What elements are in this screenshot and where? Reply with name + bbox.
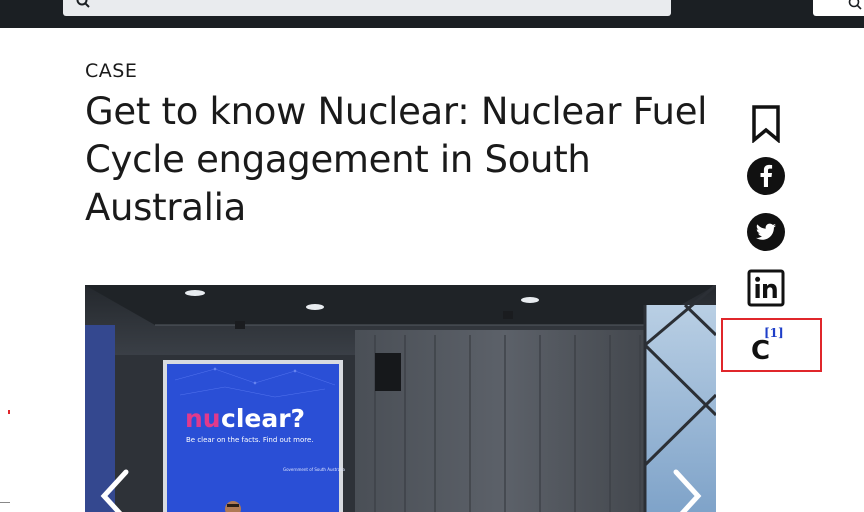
screen-tagline: Be clear on the facts. Find out more. <box>186 436 314 444</box>
search-input[interactable] <box>63 0 671 16</box>
facebook-icon <box>747 157 785 195</box>
citation-number: [1] <box>764 326 784 340</box>
twitter-share-button[interactable] <box>746 212 786 252</box>
page-title: Get to know Nuclear: Nuclear Fuel Cycle … <box>85 90 708 229</box>
chevron-left-icon[interactable] <box>96 468 136 512</box>
image-carousel: nu clear? Be clear on the facts. Find ou… <box>85 285 716 512</box>
search-icon[interactable] <box>76 0 90 8</box>
search-icon[interactable] <box>848 0 862 10</box>
facebook-share-button[interactable] <box>746 156 786 196</box>
bookmark-icon <box>752 105 780 143</box>
linkedin-share-button[interactable] <box>746 268 786 308</box>
chevron-right-icon[interactable] <box>666 468 706 512</box>
category-label: CASE <box>85 60 138 82</box>
twitter-icon <box>747 213 785 251</box>
screen-headline: clear? <box>221 404 305 433</box>
screen-gov-text: Government of South Australia <box>283 467 345 472</box>
screen-headline-accent: nu <box>185 404 221 433</box>
top-navigation-bar <box>0 0 864 28</box>
carousel-slide-image: nu clear? Be clear on the facts. Find ou… <box>85 285 716 512</box>
page-edge-marker <box>8 410 10 414</box>
citation-marker[interactable]: C [1] <box>721 318 822 372</box>
bookmark-button[interactable] <box>746 104 786 144</box>
citation-letter: C <box>751 336 771 366</box>
linkedin-icon <box>747 269 785 307</box>
page-edge-line <box>0 502 10 503</box>
